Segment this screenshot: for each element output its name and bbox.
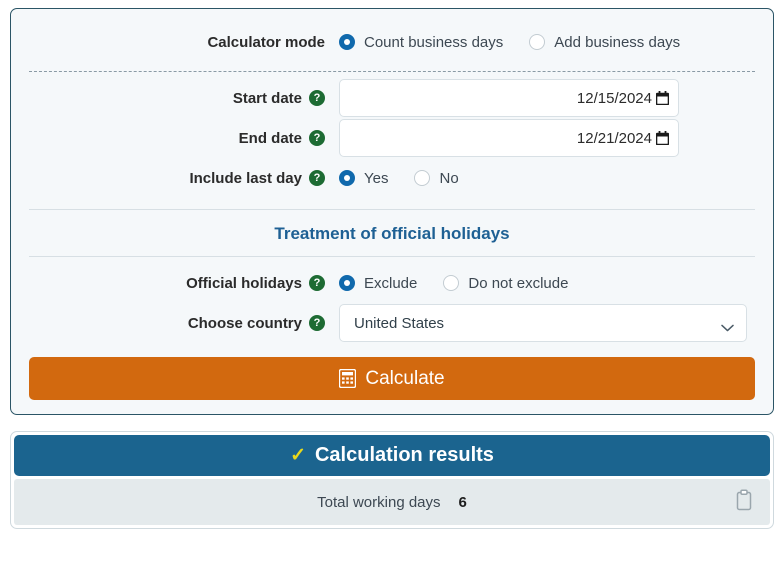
end-date-value: 12/21/2024: [576, 129, 652, 147]
choose-country-label-text: Choose country: [187, 314, 302, 332]
result-value-total-working-days: 6: [458, 493, 467, 511]
radio-label-yes: Yes: [364, 169, 389, 187]
results-card: ✓ Calculation results Total working days…: [10, 431, 774, 529]
radio-icon-unselected[interactable]: [529, 34, 546, 50]
help-icon-choose-country[interactable]: ?: [309, 315, 325, 331]
results-body: Total working days 6: [14, 479, 770, 525]
row-end-date: End date ? 12/21/2024: [29, 118, 755, 158]
row-include-last-day: Include last day ? Yes No: [29, 158, 755, 198]
copy-to-clipboard-button[interactable]: [734, 489, 754, 515]
radio-icon-selected[interactable]: [339, 34, 355, 50]
radio-label-no: No: [439, 169, 459, 187]
label-start-date: Start date ?: [29, 90, 339, 107]
end-date-label-text: End date: [238, 129, 302, 147]
label-official-holidays: Official holidays ?: [29, 275, 339, 292]
country-select-value: United States: [354, 314, 445, 332]
row-start-date: Start date ? 12/15/2024: [29, 78, 755, 118]
check-icon: ✓: [290, 445, 306, 466]
calculator-form-card: Calculator mode Count business days Add …: [10, 8, 774, 415]
radio-add-business-days[interactable]: Add business days: [529, 34, 680, 51]
field-include-last-day: Yes No: [339, 170, 755, 187]
field-end-date: 12/21/2024: [339, 119, 755, 157]
label-calculator-mode: Calculator mode: [29, 34, 339, 51]
row-official-holidays: Official holidays ? Exclude Do not exclu…: [29, 263, 755, 303]
help-icon-end-date[interactable]: ?: [309, 130, 325, 146]
chevron-down-icon[interactable]: [721, 319, 734, 332]
row-calculator-mode: Calculator mode Count business days Add …: [29, 9, 755, 71]
radio-icon-selected[interactable]: [339, 170, 355, 186]
section-title-official-holidays: Treatment of official holidays: [274, 224, 510, 243]
calculate-button[interactable]: Calculate: [29, 357, 755, 400]
start-date-input[interactable]: 12/15/2024: [339, 79, 679, 117]
field-choose-country: United States: [339, 304, 755, 342]
radio-group-calculator-mode: Count business days Add business days: [339, 34, 680, 51]
start-date-value: 12/15/2024: [576, 89, 652, 107]
radio-label-exclude: Exclude: [364, 274, 418, 292]
radio-icon-selected[interactable]: [339, 275, 355, 291]
results-header: ✓ Calculation results: [14, 435, 770, 476]
label-choose-country: Choose country ?: [29, 315, 339, 332]
radio-count-business-days[interactable]: Count business days: [339, 34, 503, 51]
calendar-icon[interactable]: [656, 91, 669, 105]
radio-label-do-not-exclude: Do not exclude: [468, 274, 569, 292]
radio-icon-unselected[interactable]: [414, 170, 431, 186]
result-row: Total working days 6: [14, 494, 770, 511]
page-root: Calculator mode Count business days Add …: [0, 0, 784, 576]
radio-group-official-holidays: Exclude Do not exclude: [339, 275, 568, 292]
end-date-input[interactable]: 12/21/2024: [339, 119, 679, 157]
help-icon-official-holidays[interactable]: ?: [309, 275, 325, 291]
calendar-icon[interactable]: [656, 131, 669, 145]
radio-label-count-business-days: Count business days: [364, 33, 504, 51]
radio-include-last-day-no[interactable]: No: [414, 169, 459, 187]
label-include-last-day: Include last day ?: [29, 170, 339, 187]
radio-official-holidays-do-not-exclude[interactable]: Do not exclude: [443, 275, 568, 292]
official-holidays-label-text: Official holidays: [186, 274, 302, 292]
include-last-day-label-text: Include last day: [189, 169, 302, 187]
results-header-title: Calculation results: [314, 444, 494, 466]
radio-group-include-last-day: Yes No: [339, 170, 459, 187]
result-label-total-working-days: Total working days: [317, 493, 441, 511]
help-icon-include-last-day[interactable]: ?: [309, 170, 325, 186]
field-official-holidays: Exclude Do not exclude: [339, 275, 755, 292]
calculator-mode-label-text: Calculator mode: [207, 33, 325, 51]
divider-below-section: [29, 256, 755, 257]
radio-official-holidays-exclude[interactable]: Exclude: [339, 275, 417, 292]
divider-dashed: [29, 71, 755, 72]
start-date-label-text: Start date: [232, 89, 302, 107]
calculate-button-label: Calculate: [365, 367, 445, 389]
field-start-date: 12/15/2024: [339, 79, 755, 117]
calculator-icon: [339, 368, 357, 389]
label-end-date: End date ?: [29, 130, 339, 147]
radio-label-add-business-days: Add business days: [554, 33, 681, 51]
clipboard-icon: [735, 489, 753, 515]
radio-include-last-day-yes[interactable]: Yes: [339, 170, 388, 187]
field-calculator-mode: Count business days Add business days: [339, 34, 755, 51]
radio-icon-unselected[interactable]: [443, 275, 460, 291]
country-select[interactable]: United States: [339, 304, 747, 342]
help-icon-start-date[interactable]: ?: [309, 90, 325, 106]
row-choose-country: Choose country ? United States: [29, 303, 755, 343]
